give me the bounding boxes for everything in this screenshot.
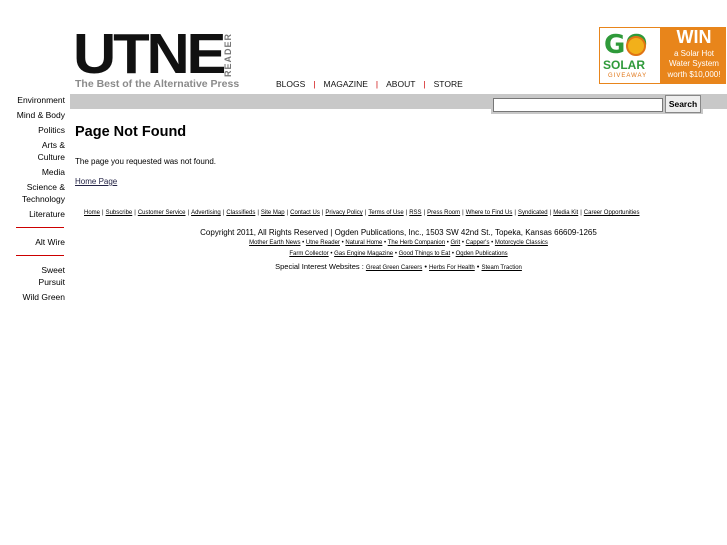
publication-link-ogden-publications[interactable]: Ogden Publications [456, 251, 508, 257]
sidebar-item-arts-culture[interactable]: Arts & Culture [0, 139, 65, 163]
footer-separator: | [514, 210, 516, 216]
sun-icon [626, 36, 646, 56]
nav-magazine[interactable]: MAGAZINE [324, 79, 368, 89]
logo-wordmark: UTNE [73, 22, 226, 86]
sidebar-item-sweet-pursuit[interactable]: Sweet Pursuit [0, 264, 65, 288]
ad-line-2: Water System [669, 59, 719, 68]
special-interest-link-herbs-for-health[interactable]: Herbs For Health [429, 265, 475, 271]
footer-separator: | [321, 210, 324, 216]
search-input[interactable] [493, 98, 663, 112]
footer-separator: | [286, 210, 289, 216]
ad-line-3: worth $10,000! [667, 70, 721, 79]
footer-link-where-to-find-us[interactable]: Where to Find Us [466, 210, 513, 216]
footer-link-subscribe[interactable]: Subscribe [106, 210, 133, 216]
footer-link-career-opportunities[interactable]: Career Opportunities [584, 210, 640, 216]
sidebar-divider [16, 255, 64, 256]
special-interest-separator: • [474, 262, 482, 271]
nav-separator: | [313, 79, 316, 89]
footer-separator: | [405, 210, 408, 216]
sidebar-divider [16, 227, 64, 228]
ad-win-text: WIN [676, 27, 712, 47]
ad-solar-text: SOLAR [603, 58, 645, 72]
error-message: The page you requested was not found. [75, 157, 216, 166]
footer-link-rss[interactable]: RSS [409, 210, 421, 216]
publication-link-the-herb-companion[interactable]: The Herb Companion [388, 240, 445, 246]
ad-logo-panel: GO SOLAR GIVEAWAY [600, 28, 660, 83]
page-title: Page Not Found [75, 124, 187, 140]
footer-separator: | [257, 210, 259, 216]
special-interest-separator: • [422, 262, 430, 271]
home-page-link[interactable]: Home Page [75, 177, 117, 186]
footer-link-media-kit[interactable]: Media Kit [553, 210, 578, 216]
ad-line-1: a Solar Hot [673, 49, 715, 58]
utne-reader-logo[interactable]: UTNE READER The Best of the Alternative … [73, 22, 243, 91]
publication-link-gas-engine-magazine[interactable]: Gas Engine Magazine [334, 251, 393, 257]
footer-link-home[interactable]: Home [84, 210, 100, 216]
footer-link-press-room[interactable]: Press Room [427, 210, 460, 216]
publication-link-natural-home[interactable]: Natural Home [345, 240, 382, 246]
sidebar-item-literature[interactable]: Literature [0, 208, 65, 220]
top-navigation: BLOGS | MAGAZINE | ABOUT | STORE [276, 79, 463, 89]
footer-separator: | [462, 210, 464, 216]
publication-link-farm-collector[interactable]: Farm Collector [289, 251, 328, 257]
nav-separator: | [375, 79, 379, 89]
logo-reader-text: READER [223, 33, 233, 78]
publication-link-good-things-to-eat[interactable]: Good Things to Eat [399, 251, 451, 257]
nav-about[interactable]: ABOUT [386, 79, 415, 89]
logo-tagline: The Best of the Alternative Press [75, 78, 240, 90]
sidebar: Environment Mind & Body Politics Arts & … [0, 94, 65, 306]
footer-link-terms-of-use[interactable]: Terms of Use [368, 210, 403, 216]
special-interest-label: Special Interest Websites : [275, 262, 364, 271]
footer-link-site-map[interactable]: Site Map [261, 210, 285, 216]
go-solar-giveaway-ad[interactable]: GO SOLAR GIVEAWAY WIN a Solar Hot Water … [599, 27, 726, 84]
footer-link-classifieds[interactable]: Classifieds [226, 210, 255, 216]
footer-link-contact-us[interactable]: Contact Us [290, 210, 320, 216]
footer-separator: | [549, 210, 552, 216]
sidebar-item-environment[interactable]: Environment [0, 94, 65, 106]
footer-links: Home | Subscribe | Customer Service | Advertis… [84, 210, 639, 216]
publication-link-capper-s[interactable]: Capper's [466, 240, 490, 246]
footer-link-privacy-policy[interactable]: Privacy Policy [325, 210, 362, 216]
footer-link-advertising[interactable]: Advertising [191, 210, 221, 216]
footer-separator: | [134, 210, 136, 216]
special-interest-link-great-green-careers[interactable]: Great Green Careers [366, 265, 422, 271]
sidebar-item-politics[interactable]: Politics [0, 124, 65, 136]
nav-store[interactable]: STORE [434, 79, 463, 89]
copyright-text: Copyright 2011, All Rights Reserved | Og… [200, 228, 597, 237]
nav-blogs[interactable]: BLOGS [276, 79, 305, 89]
publication-link-motorcycle-classics[interactable]: Motorcycle Classics [495, 240, 548, 246]
publication-link-utne-reader[interactable]: Utne Reader [306, 240, 340, 246]
special-interest-links: Great Green Careers • Herbs For Health •… [366, 262, 522, 271]
footer-separator: | [187, 210, 190, 216]
footer-separator: | [364, 210, 367, 216]
footer-separator: | [580, 210, 582, 216]
sidebar-item-media[interactable]: Media [0, 166, 65, 178]
footer-link-customer-service[interactable]: Customer Service [138, 210, 186, 216]
publications-line-2: Farm Collector • Gas Engine Magazine • G… [70, 251, 727, 257]
publication-link-mother-earth-news[interactable]: Mother Earth News [249, 240, 300, 246]
footer-separator: | [423, 210, 426, 216]
footer-separator: | [102, 210, 104, 216]
footer-link-syndicated[interactable]: Syndicated [518, 210, 548, 216]
publication-link-grit[interactable]: Grit [451, 240, 461, 246]
special-interest-line: Special Interest Websites : Great Green … [70, 262, 727, 271]
sidebar-item-alt-wire[interactable]: Alt Wire [0, 236, 65, 248]
sidebar-item-science-technology[interactable]: Science & Technology [0, 181, 65, 205]
sidebar-item-mind-body[interactable]: Mind & Body [0, 109, 65, 121]
ad-giveaway-text: GIVEAWAY [608, 73, 648, 79]
special-interest-link-steam-traction[interactable]: Steam Traction [482, 265, 522, 271]
publications-line-1: Mother Earth News • Utne Reader • Natura… [70, 240, 727, 246]
sidebar-item-wild-green[interactable]: Wild Green [0, 291, 65, 303]
nav-separator: | [423, 79, 426, 89]
search-button[interactable]: Search [665, 95, 701, 113]
footer-separator: | [222, 210, 225, 216]
